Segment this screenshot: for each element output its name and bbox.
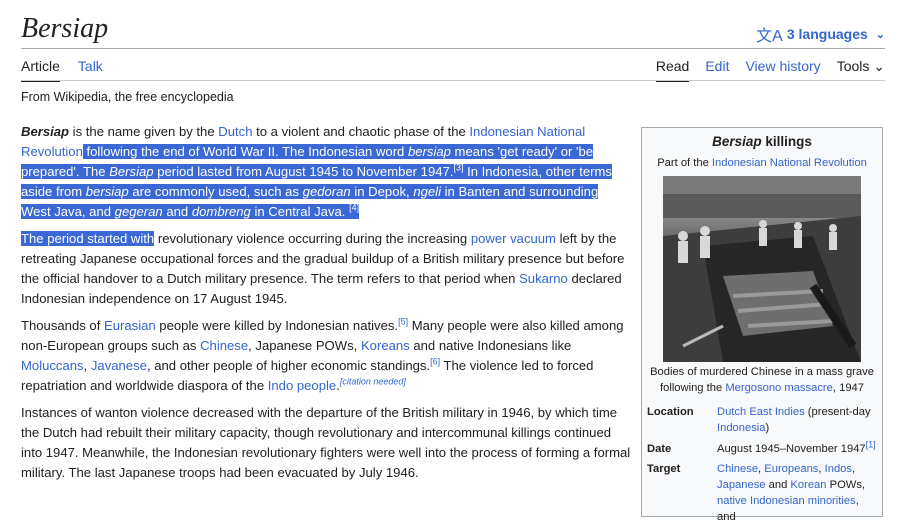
title-divider: [21, 48, 885, 49]
text: (present-day: [804, 406, 871, 418]
link-japanese[interactable]: Japanese: [717, 479, 766, 491]
link-koreans[interactable]: Koreans: [361, 338, 410, 353]
link-chinese[interactable]: Chinese: [200, 338, 248, 353]
paragraph-1: Bersiap is the name given by the Dutch t…: [21, 122, 631, 222]
text: Thousands of: [21, 318, 104, 333]
text: Bersiap: [109, 164, 154, 179]
link-eurasian[interactable]: Eurasian: [104, 318, 156, 333]
tab-read[interactable]: Read: [655, 58, 690, 82]
infobox-row-date: Date August 1945–November 1947[1]: [647, 439, 877, 457]
paragraph-2: The period started with revolutionary vi…: [21, 229, 631, 309]
link-sukarno[interactable]: Sukarno: [519, 271, 568, 286]
infobox-value: August 1945–November 1947[1]: [717, 439, 877, 457]
link-indos[interactable]: Indos: [825, 463, 852, 475]
tab-article[interactable]: Article: [21, 58, 60, 82]
text: in Depok,: [350, 184, 414, 199]
text: period lasted from August 1945 to Novemb…: [153, 164, 454, 179]
text: ngeli: [413, 184, 441, 199]
text: gedoran: [302, 184, 351, 199]
namespace-tabs: Article Talk: [21, 58, 103, 82]
infobox-row-location: Location Dutch East Indies (present-day …: [647, 404, 877, 436]
text: are commonly used, such as: [128, 184, 303, 199]
tab-talk[interactable]: Talk: [78, 58, 103, 82]
tabs-divider: [21, 80, 885, 81]
text: people were killed by Indonesian natives…: [155, 318, 399, 333]
infobox-title-rest: killings: [761, 134, 812, 149]
view-tabs: Read Edit View history Tools ⌄: [655, 58, 885, 82]
reference-5[interactable]: [5]: [398, 317, 408, 327]
link-europeans[interactable]: Europeans: [764, 463, 818, 475]
text: following the end of World War II. The I…: [82, 144, 408, 159]
reference-1[interactable]: [1]: [866, 439, 876, 449]
tools-menu[interactable]: Tools ⌄: [837, 58, 885, 82]
tab-view-history[interactable]: View history: [745, 58, 820, 82]
link-native-indonesian-minorities[interactable]: native Indonesian minorities: [717, 495, 856, 507]
text: and: [162, 204, 192, 219]
infobox-key: Location: [647, 406, 694, 418]
languages-button[interactable]: 文A 3 languages ⌄: [756, 22, 885, 46]
text: , Japanese POWs,: [248, 338, 361, 353]
text: ): [765, 422, 770, 434]
chevron-down-icon: ⌄: [873, 58, 885, 74]
link-indonesian-national-revolution[interactable]: Indonesian National Revolution: [712, 157, 867, 169]
link-chinese[interactable]: Chinese: [717, 463, 758, 475]
languages-label: 3 languages: [786, 26, 868, 42]
link-dutch[interactable]: Dutch: [218, 124, 252, 139]
reference-4[interactable]: [4]: [349, 203, 359, 213]
text: ,: [83, 358, 91, 373]
paragraph-4: Instances of wanton violence decreased w…: [21, 405, 631, 480]
photo-illustration: [663, 176, 861, 362]
link-dutch-east-indies[interactable]: Dutch East Indies: [717, 406, 805, 418]
infobox-key: Target: [647, 463, 681, 475]
article-body: Bersiap is the name given by the Dutch t…: [21, 122, 631, 490]
infobox: Bersiap killings Part of the Indonesian …: [641, 127, 883, 523]
infobox-row-target: Target Chinese, Europeans, Indos, Japane…: [647, 461, 877, 525]
text: bersiap: [85, 184, 129, 199]
text: in Central Java.: [250, 204, 350, 219]
article-subject: Bersiap: [21, 124, 70, 139]
text: ,: [851, 463, 856, 475]
translate-icon: 文A: [756, 28, 783, 45]
paragraph-3: Thousands of Eurasian people were killed…: [21, 316, 631, 396]
text: and native Indonesians like: [409, 338, 572, 353]
site-tagline: From Wikipedia, the free encyclopedia: [21, 90, 234, 104]
link-indonesia[interactable]: Indonesia: [717, 422, 766, 434]
text: dombreng: [191, 204, 251, 219]
link-power-vacuum[interactable]: power vacuum: [471, 231, 556, 246]
page-title: Bersiap: [21, 13, 109, 44]
infobox-value: Dutch East Indies (present-day Indonesia…: [717, 404, 877, 436]
text: to a violent and chaotic phase of the: [252, 124, 470, 139]
text: gegeran: [114, 204, 163, 219]
infobox-title: Bersiap killings: [647, 134, 877, 150]
citation-needed[interactable]: [citation needed]: [340, 377, 406, 387]
text: and: [765, 479, 791, 491]
chevron-down-icon: ⌄: [875, 28, 885, 41]
link-indo-people[interactable]: Indo people: [268, 378, 336, 393]
infobox-value: Chinese, Europeans, Indos, Japanese and …: [717, 461, 877, 525]
link-javanese[interactable]: Javanese: [91, 358, 147, 373]
infobox-part-of: Part of the Indonesian National Revoluti…: [647, 155, 877, 171]
text: Part of the: [657, 157, 712, 169]
reference-3[interactable]: [3]: [453, 163, 463, 173]
infobox-title-italic: Bersiap: [712, 134, 762, 149]
text: bersiap: [407, 144, 451, 159]
link-korean[interactable]: Korean: [790, 479, 826, 491]
text: revolutionary violence occurring during …: [154, 231, 471, 246]
text: August 1945–November 1947: [717, 443, 866, 455]
text: , 1947: [832, 382, 864, 394]
text-selection: following the end of World War II. The I…: [21, 144, 612, 219]
text: POWs,: [826, 479, 866, 491]
text: , and other people of higher economic st…: [146, 358, 431, 373]
mass-grave-photo[interactable]: [663, 176, 861, 362]
text: is the name given by the: [69, 124, 219, 139]
text-selection: The period started with: [21, 231, 155, 246]
reference-6[interactable]: [6]: [430, 357, 440, 367]
infobox-key: Date: [647, 443, 672, 455]
link-moluccans[interactable]: Moluccans: [21, 358, 84, 373]
tools-label: Tools: [836, 58, 870, 74]
photo-caption: Bodies of murdered Chinese in a mass gra…: [647, 364, 877, 396]
tab-edit[interactable]: Edit: [705, 58, 729, 82]
link-mergosono-massacre[interactable]: Mergosono massacre: [725, 382, 833, 394]
